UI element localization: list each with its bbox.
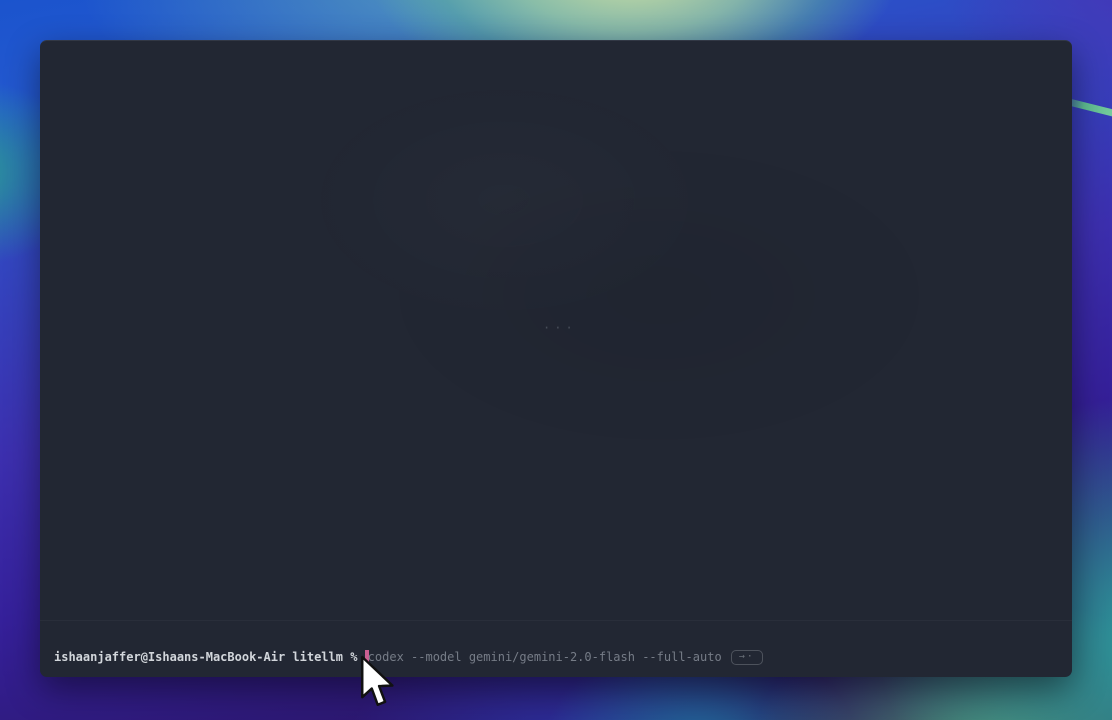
key-hint-badge: →· xyxy=(731,650,763,665)
terminal-prompt-line[interactable]: ishaanjaffer@Ishaans-MacBook-Air litellm… xyxy=(54,649,763,665)
terminal-seam-line xyxy=(40,620,1072,621)
desktop-wallpaper: ··· ishaanjaffer@Ishaans-MacBook-Air lit… xyxy=(0,0,1112,720)
terminal-window[interactable]: ··· ishaanjaffer@Ishaans-MacBook-Air lit… xyxy=(40,40,1072,677)
autosuggestion-text: codex --model gemini/gemini-2.0-flash --… xyxy=(368,649,722,665)
loading-dots: ··· xyxy=(543,321,577,335)
shell-prompt: ishaanjaffer@Ishaans-MacBook-Air litellm… xyxy=(54,649,365,665)
